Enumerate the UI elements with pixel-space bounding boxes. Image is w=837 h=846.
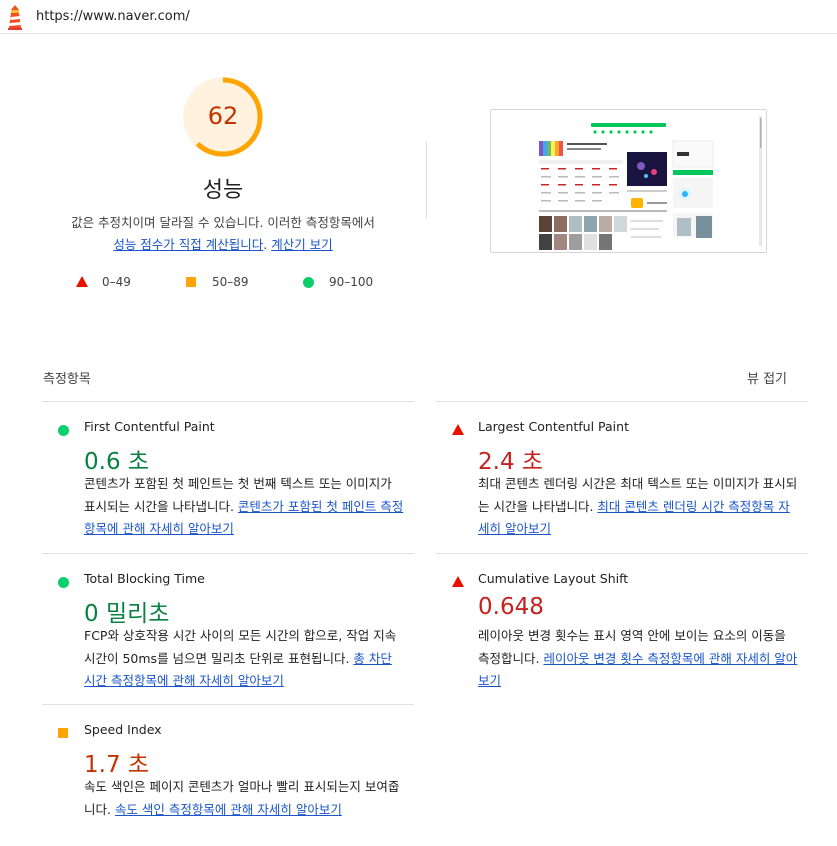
fail-triangle-icon <box>76 276 88 287</box>
score-value: 62 <box>207 102 239 130</box>
metric-total-blocking-time: Total Blocking Time 0 밀리초 FCP와 상호작용 시간 사… <box>42 553 414 704</box>
metric-value: 1.7 초 <box>84 752 150 778</box>
pass-circle-icon <box>58 577 69 588</box>
metric-first-contentful-paint: First Contentful Paint 0.6 초 콘텐츠가 포함된 첫 … <box>42 401 414 553</box>
pass-circle-icon <box>303 277 314 288</box>
description-separator: . <box>263 237 272 252</box>
metric-description: 최대 콘텐츠 렌더링 시간은 최대 텍스트 또는 이미지가 표시되는 시간을 나… <box>478 473 798 541</box>
category-title: 성능 <box>202 178 244 203</box>
legend-average-label: 50–89 <box>212 275 249 289</box>
metric-name: Largest Contentful Paint <box>478 419 629 434</box>
metrics-section-title: 측정항목 <box>43 372 91 387</box>
page-url: https://www.naver.com/ <box>36 9 190 24</box>
calculator-link[interactable]: 계산기 보기 <box>271 237 332 252</box>
metric-value: 0.6 초 <box>84 449 150 475</box>
metric-name: Speed Index <box>84 722 162 737</box>
pass-circle-icon <box>58 425 69 436</box>
metric-description: 레이아웃 변경 횟수는 표시 영역 안에 보이는 요소의 이동을 측정합니다. … <box>478 625 798 693</box>
legend-pass-label: 90–100 <box>329 275 374 289</box>
average-square-icon <box>58 728 68 738</box>
metric-value: 0 밀리초 <box>84 601 170 627</box>
divider <box>426 142 427 218</box>
final-screenshot-thumbnail[interactable] <box>490 109 767 253</box>
description-text: 값은 추정치이며 달라질 수 있습니다. 이러한 측정항목에서 <box>71 215 375 230</box>
metric-value: 2.4 초 <box>478 449 544 475</box>
metric-description: 콘텐츠가 포함된 첫 페인트는 첫 번째 텍스트 또는 이미지가 표시되는 시간… <box>84 473 404 541</box>
metric-value: 0.648 <box>478 594 544 620</box>
performance-score-gauge[interactable]: 62 <box>183 77 263 157</box>
learn-more-link[interactable]: 속도 색인 측정항목에 관해 자세히 알아보기 <box>115 802 342 817</box>
collapse-view-button[interactable]: 뷰 접기 <box>747 368 787 387</box>
legend-fail-label: 0–49 <box>102 275 131 289</box>
address-bar: https://www.naver.com/ <box>0 0 837 34</box>
metric-name: First Contentful Paint <box>84 419 215 434</box>
metric-description-text: FCP와 상호작용 시간 사이의 모든 시간의 합으로, 작업 지속 시간이 5… <box>84 628 397 666</box>
fail-triangle-icon <box>452 576 464 587</box>
category-description: 값은 추정치이며 달라질 수 있습니다. 이러한 측정항목에서 성능 점수가 직… <box>40 212 406 256</box>
fail-triangle-icon <box>452 424 464 435</box>
metric-description: 속도 색인은 페이지 콘텐츠가 얼마나 빨리 표시되는지 보여줍니다. 속도 색… <box>84 776 404 821</box>
metric-description: FCP와 상호작용 시간 사이의 모든 시간의 합으로, 작업 지속 시간이 5… <box>84 625 404 693</box>
lighthouse-logo-icon <box>6 4 24 30</box>
metric-name: Cumulative Layout Shift <box>478 571 629 586</box>
metric-name: Total Blocking Time <box>84 571 205 586</box>
score-calc-link[interactable]: 성능 점수가 직접 계산됩니다 <box>113 237 263 252</box>
average-square-icon <box>186 277 196 287</box>
metric-largest-contentful-paint: Largest Contentful Paint 2.4 초 최대 콘텐츠 렌더… <box>436 401 808 553</box>
metric-speed-index: Speed Index 1.7 초 속도 색인은 페이지 콘텐츠가 얼마나 빨리… <box>42 704 414 846</box>
metric-cumulative-layout-shift: Cumulative Layout Shift 0.648 레이아웃 변경 횟수… <box>436 553 808 704</box>
